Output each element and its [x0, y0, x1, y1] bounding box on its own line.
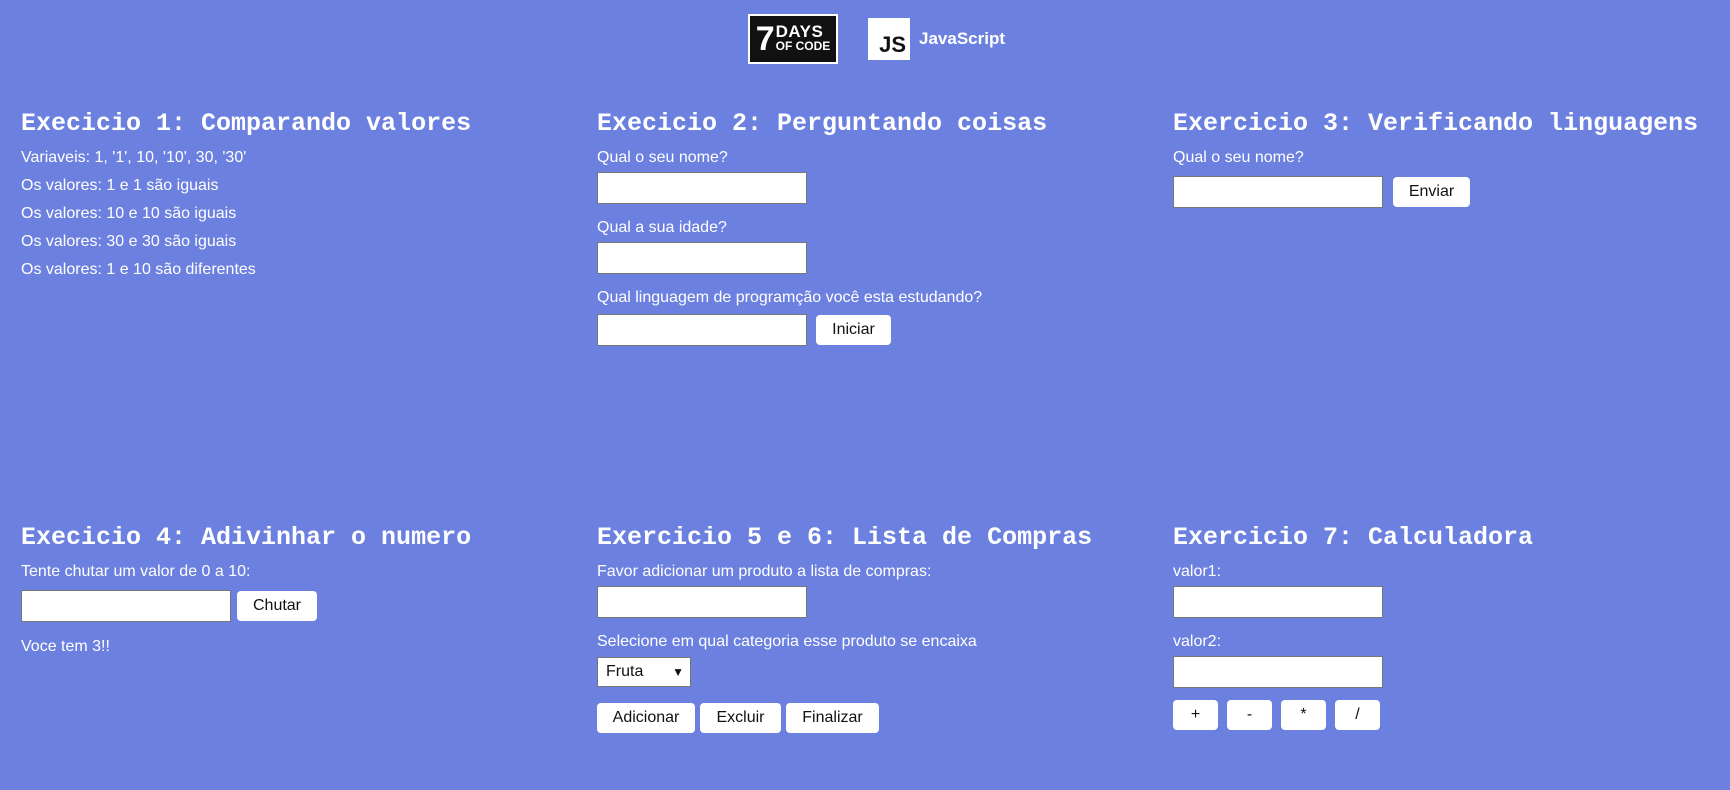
js-icon: JS	[868, 18, 910, 60]
product-input[interactable]	[597, 586, 807, 618]
name-input[interactable]	[1173, 176, 1383, 208]
finish-button[interactable]: Finalizar	[786, 703, 879, 733]
language-input[interactable]	[597, 314, 807, 346]
multiply-operation-button[interactable]: *	[1281, 700, 1326, 730]
header: 7 DAYS OF CODE JS JavaScript	[748, 14, 1005, 64]
7-days-of-code-logo: 7 DAYS OF CODE	[748, 14, 838, 64]
category-selected: Fruta	[606, 663, 644, 680]
exercise-2-title: Execicio 2: Perguntando coisas	[597, 109, 1048, 138]
logo-seven: 7	[755, 20, 775, 58]
exercise-5-6-section: Exercicio 5 e 6: Lista de Compras Favor …	[597, 523, 1157, 733]
product-label: Favor adicionar um produto a lista de co…	[597, 563, 932, 580]
exercise-3-section: Exercicio 3: Verificando linguagens Qual…	[1173, 109, 1730, 208]
category-label: Selecione em qual categoria esse produto…	[597, 633, 977, 650]
name-input[interactable]	[597, 172, 807, 204]
variables-line: Variaveis: 1, '1', 10, '10', 30, '30'	[21, 149, 247, 166]
exercise-1-title: Execicio 1: Comparando valores	[21, 109, 472, 138]
name-label: Qual o seu nome?	[597, 149, 728, 166]
exercise-1-section: Execicio 1: Comparando valores Variaveis…	[21, 109, 581, 280]
age-label: Qual a sua idade?	[597, 219, 727, 236]
chevron-down-icon: ▼	[672, 665, 684, 679]
subtract-operation-button[interactable]: -	[1227, 700, 1272, 730]
send-button[interactable]: Enviar	[1393, 177, 1470, 207]
value1-label: valor1:	[1173, 563, 1222, 580]
value1-input[interactable]	[1173, 586, 1383, 618]
category-select[interactable]: Fruta ▼	[597, 657, 691, 687]
exercise-7-title: Exercicio 7: Calculadora	[1173, 523, 1534, 552]
add-button[interactable]: Adicionar	[597, 703, 695, 733]
exercise-2-section: Execicio 2: Perguntando coisas Qual o se…	[597, 109, 1157, 346]
guess-button[interactable]: Chutar	[237, 591, 317, 621]
exercise-3-title: Exercicio 3: Verificando linguagens	[1173, 109, 1699, 138]
start-button[interactable]: Iniciar	[816, 315, 891, 345]
logo-days: DAYS	[775, 22, 824, 41]
exercise-5-6-title: Exercicio 5 e 6: Lista de Compras	[597, 523, 1093, 552]
value2-input[interactable]	[1173, 656, 1383, 688]
delete-button[interactable]: Excluir	[700, 703, 781, 733]
age-input[interactable]	[597, 242, 807, 274]
language-label: Qual linguagem de programção você esta e…	[597, 289, 983, 306]
exercise-7-section: Exercicio 7: Calculadora valor1: valor2:…	[1173, 523, 1730, 730]
guess-prompt: Tente chutar um valor de 0 a 10:	[21, 563, 251, 580]
javascript-label: JavaScript	[919, 29, 1005, 48]
add-operation-button[interactable]: +	[1173, 700, 1218, 730]
name-label: Qual o seu nome?	[1173, 149, 1304, 166]
exercise-4-title: Execicio 4: Adivinhar o numero	[21, 523, 472, 552]
logo-of-code: OF CODE	[775, 39, 831, 53]
comparison-result-line: Os valores: 1 e 10 são diferentes	[21, 261, 256, 278]
divide-operation-button[interactable]: /	[1335, 700, 1380, 730]
exercise-4-section: Execicio 4: Adivinhar o numero Tente chu…	[21, 523, 581, 657]
comparison-result-line: Os valores: 30 e 30 são iguais	[21, 233, 237, 250]
javascript-logo: JS JavaScript	[868, 18, 1005, 60]
attempts-text: Voce tem 3!!	[21, 638, 110, 655]
value2-label: valor2:	[1173, 633, 1222, 650]
comparison-result-line: Os valores: 1 e 1 são iguais	[21, 177, 219, 194]
guess-input[interactable]	[21, 590, 231, 622]
comparison-result-line: Os valores: 10 e 10 são iguais	[21, 205, 237, 222]
